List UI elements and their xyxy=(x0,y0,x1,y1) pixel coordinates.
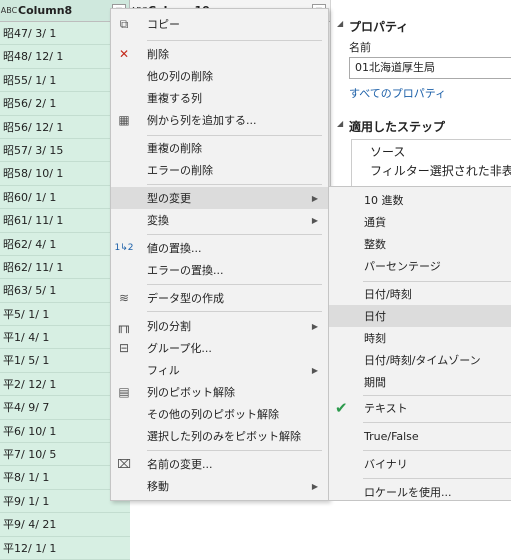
menu-item-label: 型の変更 xyxy=(147,192,191,205)
table-cell[interactable]: 平12/ 1/ 1 xyxy=(0,537,130,560)
menu-separator xyxy=(363,450,511,451)
type-date[interactable]: 日付 xyxy=(329,305,511,327)
menu-item-label: エラーの削除 xyxy=(147,164,213,177)
menu-item-split-column[interactable]: ╓╖ 列の分割 ▶ xyxy=(111,315,328,337)
menu-item-label: 削除 xyxy=(147,48,169,61)
column8-title: Column8 xyxy=(18,4,73,17)
menu-separator xyxy=(363,478,511,479)
menu-item-label: 他の列の削除 xyxy=(147,70,213,83)
menu-item-label: 列の分割 xyxy=(147,320,191,333)
query-name-input[interactable]: 01北海道厚生局 xyxy=(349,57,511,79)
menu-item-change-type[interactable]: 型の変更 ▶ xyxy=(111,187,328,209)
unpivot-icon: ▤ xyxy=(118,385,130,399)
menu-item-label: 移動 xyxy=(147,480,169,493)
submenu-arrow-icon: ▶ xyxy=(311,193,318,203)
menu-item-label: エラーの置換... xyxy=(147,264,224,277)
type-integer[interactable]: 整数 xyxy=(329,233,511,255)
submenu-arrow-icon: ▶ xyxy=(311,481,318,491)
name-label: 名前 xyxy=(349,41,371,54)
submenu-arrow-icon: ▶ xyxy=(311,365,318,375)
menu-item-unpivot[interactable]: ▤ 列のピボット解除 xyxy=(111,381,328,403)
text-type-icon[interactable]: ABC xyxy=(0,6,18,15)
replace-values-icon: 1↳2 xyxy=(114,243,134,253)
type-binary[interactable]: バイナリ xyxy=(329,453,511,475)
menu-item-remove-duplicates[interactable]: 重複の削除 xyxy=(111,137,328,159)
type-percent[interactable]: パーセンテージ xyxy=(329,255,511,277)
menu-item-unpivot-other[interactable]: その他の列のピボット解除 xyxy=(111,403,328,425)
type-using-locale[interactable]: ロケールを使用... xyxy=(329,481,511,503)
menu-item-copy[interactable]: ⧉ コピー xyxy=(111,13,328,35)
table-cell[interactable]: 平9/ 4/ 21 xyxy=(0,513,130,537)
menu-separator xyxy=(147,450,322,451)
delete-icon: ✕ xyxy=(118,47,130,61)
collapse-arrow-icon[interactable]: ◢ xyxy=(337,19,343,28)
menu-item-transform[interactable]: 変換 ▶ xyxy=(111,209,328,231)
type-boolean[interactable]: True/False xyxy=(329,425,511,447)
menu-item-label: データ型の作成 xyxy=(147,292,224,305)
checkmark-icon: ✔ xyxy=(335,399,348,417)
change-type-submenu: 10 進数 通貨 整数 パーセンテージ 日付/時刻 日付 時刻 日付/時刻/タイ… xyxy=(328,186,511,501)
menu-item-unpivot-selected[interactable]: 選択した列のみをピボット解除 xyxy=(111,425,328,447)
applied-steps-header[interactable]: ◢ 適用したステップ xyxy=(337,118,446,135)
menu-item-label: 重複する列 xyxy=(147,92,202,105)
step-item[interactable]: フィルター選択された非表 xyxy=(370,162,511,179)
menu-separator xyxy=(147,234,322,235)
copy-icon: ⧉ xyxy=(119,16,129,31)
type-datetimezone[interactable]: 日付/時刻/タイムゾーン xyxy=(329,349,511,371)
type-decimal[interactable]: 10 進数 xyxy=(329,189,511,211)
menu-item-remove-other[interactable]: 他の列の削除 xyxy=(111,65,328,87)
menu-item-label: 値の置換... xyxy=(147,242,202,255)
menu-item-fill[interactable]: フィル ▶ xyxy=(111,359,328,381)
properties-title: プロパティ xyxy=(349,20,409,34)
menu-item-label: 名前の変更... xyxy=(147,458,213,471)
split-column-icon: ╓╖ xyxy=(116,319,132,333)
column-from-examples-icon: ▦ xyxy=(118,113,130,127)
menu-item-move[interactable]: 移動 ▶ xyxy=(111,475,328,497)
menu-item-create-data-type[interactable]: ≋ データ型の作成 xyxy=(111,287,328,309)
menu-separator xyxy=(363,395,511,396)
step-item[interactable]: ソース xyxy=(370,143,405,160)
type-text[interactable]: ✔ テキスト xyxy=(329,397,511,419)
menu-item-add-from-examples[interactable]: ▦ 例から列を追加する... xyxy=(111,109,328,131)
menu-item-remove-errors[interactable]: エラーの削除 xyxy=(111,159,328,181)
menu-item-remove[interactable]: ✕ 削除 xyxy=(111,43,328,65)
menu-separator xyxy=(147,311,322,312)
menu-item-label: その他の列のピボット解除 xyxy=(147,408,279,421)
menu-separator xyxy=(363,281,511,282)
menu-separator xyxy=(147,284,322,285)
menu-item-replace-errors[interactable]: エラーの置換... xyxy=(111,259,328,281)
menu-item-duplicate[interactable]: 重複する列 xyxy=(111,87,328,109)
properties-header[interactable]: ◢ プロパティ xyxy=(337,18,409,35)
menu-separator xyxy=(363,422,511,423)
menu-item-replace-values[interactable]: 1↳2 値の置換... xyxy=(111,237,328,259)
menu-item-label: フィル xyxy=(147,364,180,377)
menu-item-label: グループ化... xyxy=(147,342,212,355)
menu-item-label: 例から列を追加する... xyxy=(147,114,257,127)
type-datetime[interactable]: 日付/時刻 xyxy=(329,283,511,305)
applied-steps-title: 適用したステップ xyxy=(349,120,446,134)
menu-item-rename[interactable]: ⌧ 名前の変更... xyxy=(111,453,328,475)
type-time[interactable]: 時刻 xyxy=(329,327,511,349)
collapse-arrow-icon[interactable]: ◢ xyxy=(337,119,343,128)
group-by-icon: ⊟ xyxy=(118,341,130,355)
type-currency[interactable]: 通貨 xyxy=(329,211,511,233)
rename-icon: ⌧ xyxy=(117,457,131,471)
menu-item-label: 変換 xyxy=(147,214,169,227)
column-context-menu: ⧉ コピー ✕ 削除 他の列の削除 重複する列 ▦ 例から列を追加する... 重… xyxy=(110,8,329,501)
all-properties-link[interactable]: すべてのプロパティ xyxy=(349,85,446,101)
menu-item-group-by[interactable]: ⊟ グループ化... xyxy=(111,337,328,359)
menu-item-label: 選択した列のみをピボット解除 xyxy=(147,430,301,443)
submenu-arrow-icon: ▶ xyxy=(311,215,318,225)
menu-separator xyxy=(147,40,322,41)
submenu-arrow-icon: ▶ xyxy=(311,321,318,331)
menu-item-label: 列のピボット解除 xyxy=(147,386,235,399)
data-type-layers-icon: ≋ xyxy=(118,291,130,305)
menu-item-label: 重複の削除 xyxy=(147,142,202,155)
type-duration[interactable]: 期間 xyxy=(329,371,511,393)
menu-item-label: コピー xyxy=(147,18,180,31)
menu-separator xyxy=(147,135,322,136)
menu-separator xyxy=(147,184,322,185)
